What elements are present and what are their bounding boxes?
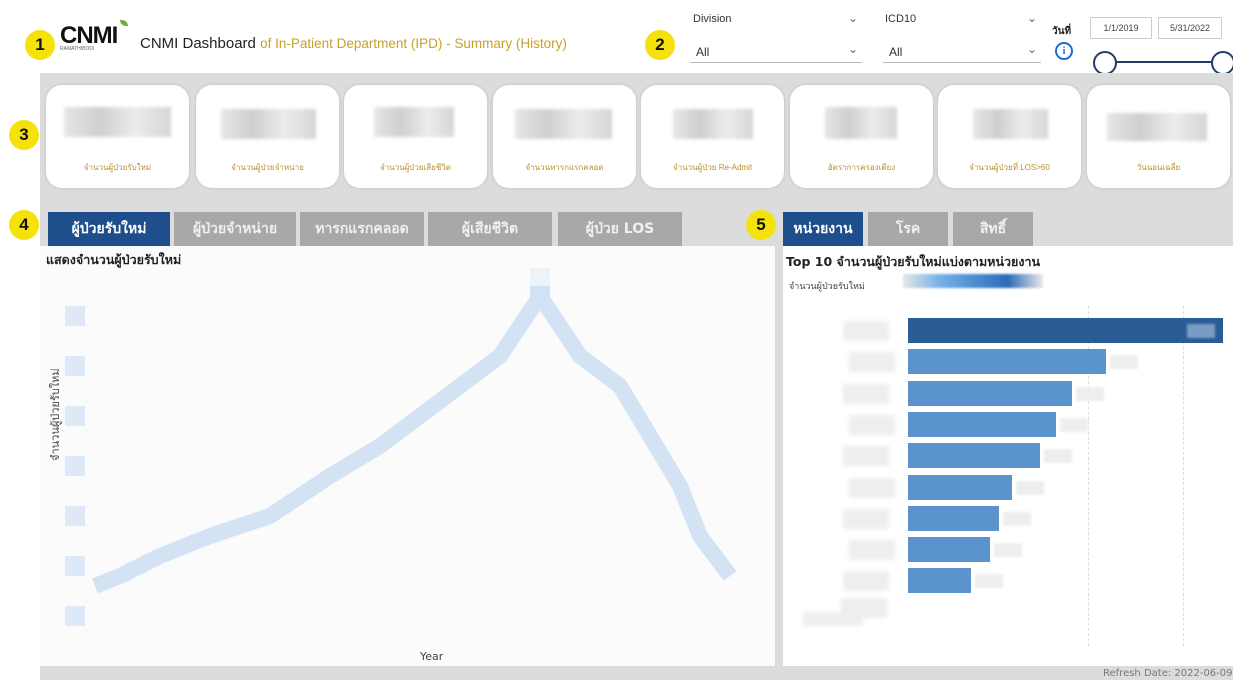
kpi-label: จำนวนผู้ป่วยจำหน่าย [231, 163, 304, 172]
title-main: CNMI Dashboard [140, 35, 256, 52]
bar-value-blurred [1060, 418, 1088, 432]
right-panel-title: Top 10 จำนวนผู้ป่วยรับใหม่แบ่งตามหน่วยงา… [786, 254, 1041, 269]
cnmi-logo: CNMI RAMATHIBODI [60, 20, 130, 66]
y-category-label-blurred [849, 540, 895, 560]
kpi-card-readmit[interactable]: จำนวนผู้ป่วย Re-Admit [641, 85, 784, 188]
kpi-label: วันนอนเฉลี่ย [1136, 163, 1181, 172]
tab-disease[interactable]: โรค [868, 212, 948, 246]
date-label: วันที่ [1052, 26, 1072, 37]
department-bar[interactable] [908, 349, 1106, 374]
department-bar[interactable] [908, 537, 990, 562]
tab-newborn[interactable]: ทารกแรกคลอด [300, 212, 424, 246]
new-admit-chart-panel: แสดงจำนวนผู้ป่วยรับใหม่ จำนวนผู้ป่วยรับใ… [40, 246, 775, 666]
legend-label: จำนวนผู้ป่วยรับใหม่ [789, 282, 865, 292]
department-bar[interactable] [908, 443, 1040, 468]
y-category-label-blurred [849, 415, 895, 435]
chevron-down-icon: ⌄ [1026, 42, 1037, 56]
kpi-card-avg-los[interactable]: วันนอนเฉลี่ย [1087, 85, 1230, 188]
bar-value-blurred [975, 574, 1003, 588]
top10-department-panel: Top 10 จำนวนผู้ป่วยรับใหม่แบ่งตามหน่วยงา… [783, 246, 1233, 666]
info-icon[interactable]: i [1055, 42, 1073, 60]
icd10-label: ICD10 [885, 13, 917, 25]
y-category-label-blurred [843, 509, 889, 529]
tab-deceased[interactable]: ผู้เสียชีวิต [428, 212, 552, 246]
date-end-input[interactable]: 5/31/2022 [1158, 17, 1222, 39]
division-value: All [696, 45, 710, 59]
new-admit-line-chart-blurred [65, 268, 737, 626]
bar-value-blurred [1044, 449, 1072, 463]
tab-new-admit[interactable]: ผู้ป่วยรับใหม่ [48, 212, 170, 246]
badge-1: 1 [25, 30, 55, 60]
kpi-value-blurred [374, 107, 454, 137]
kpi-card-los-over-60[interactable]: จำนวนผู้ป่วยที่ LOS>60 [938, 85, 1081, 188]
badge-2: 2 [645, 30, 675, 60]
bar-value-blurred [1187, 324, 1215, 338]
kpi-card-new-admit[interactable]: จำนวนผู้ป่วยรับใหม่ [46, 85, 189, 188]
y-category-label-blurred [849, 352, 895, 372]
department-bar[interactable] [908, 475, 1012, 500]
tab-department[interactable]: หน่วยงาน [783, 212, 863, 246]
y-category-label-blurred [803, 612, 863, 626]
kpi-label: จำนวนทารกแรกคลอด [525, 163, 604, 172]
bar-value-blurred [1076, 387, 1104, 401]
department-bar[interactable] [908, 506, 999, 531]
bar-value-blurred [994, 543, 1022, 557]
bar-value-blurred [1016, 481, 1044, 495]
chevron-down-icon: ⌄ [847, 42, 858, 56]
division-dropdown[interactable]: All ⌄ [690, 38, 862, 63]
division-collapse-chevron-icon[interactable]: ⌄ [848, 11, 858, 25]
kpi-card-bed-occupancy[interactable]: อัตราการครองเตียง [790, 85, 933, 188]
y-category-label-blurred [843, 384, 889, 404]
gridline [1183, 306, 1185, 646]
department-bar[interactable] [908, 318, 1223, 343]
bar-value-blurred [1003, 512, 1031, 526]
kpi-value-blurred [64, 107, 171, 137]
badge-3: 3 [9, 120, 39, 150]
kpi-value-blurred [973, 109, 1048, 139]
kpi-value-blurred [673, 109, 753, 139]
bar-value-blurred [1110, 355, 1138, 369]
icd10-collapse-chevron-icon[interactable]: ⌄ [1027, 11, 1037, 25]
badge-5: 5 [746, 210, 776, 240]
y-category-label-blurred [849, 478, 895, 498]
legend-swatch-blurred [903, 274, 1043, 288]
division-label: Division [693, 13, 732, 25]
icd10-value: All [889, 45, 903, 59]
y-category-label-blurred [843, 571, 889, 591]
department-bar[interactable] [908, 381, 1072, 406]
dashboard-title: CNMI Dashboard of In-Patient Department … [140, 35, 567, 52]
kpi-label: จำนวนผู้ป่วยรับใหม่ [83, 163, 152, 172]
icd10-dropdown[interactable]: All ⌄ [883, 38, 1041, 63]
kpi-label: จำนวนผู้ป่วยที่ LOS>60 [969, 163, 1050, 172]
kpi-card-newborn[interactable]: จำนวนทารกแรกคลอด [493, 85, 636, 188]
kpi-label: จำนวนผู้ป่วยเสียชีวิต [380, 163, 451, 172]
y-category-label-blurred [843, 446, 889, 466]
date-slider-handle-start[interactable] [1093, 51, 1117, 75]
kpi-value-blurred [825, 107, 897, 139]
tab-entitlement[interactable]: สิทธิ์ [953, 212, 1033, 246]
department-bar[interactable] [908, 412, 1056, 437]
date-slider-handle-end[interactable] [1211, 51, 1233, 75]
kpi-value-blurred [515, 109, 612, 139]
department-bar[interactable] [908, 568, 971, 593]
kpi-label: อัตราการครองเตียง [827, 163, 896, 172]
badge-4: 4 [9, 210, 39, 240]
date-range-slider-track[interactable] [1104, 61, 1220, 63]
kpi-label: จำนวนผู้ป่วย Re-Admit [672, 163, 753, 172]
tab-discharge[interactable]: ผู้ป่วยจำหน่าย [174, 212, 296, 246]
kpi-value-blurred [1107, 113, 1207, 141]
refresh-date: Refresh Date: 2022-06-09 [1103, 668, 1233, 679]
legend: จำนวนผู้ป่วยรับใหม่ [789, 274, 1043, 292]
y-category-label-blurred [843, 321, 889, 341]
kpi-value-blurred [221, 109, 316, 139]
trend-line-blurred [92, 288, 737, 594]
kpi-card-discharge[interactable]: จำนวนผู้ป่วยจำหน่าย [196, 85, 339, 188]
tab-los[interactable]: ผู้ป่วย LOS [558, 212, 682, 246]
kpi-card-deceased[interactable]: จำนวนผู้ป่วยเสียชีวิต [344, 85, 487, 188]
date-start-input[interactable]: 1/1/2019 [1090, 17, 1152, 39]
title-sub: of In-Patient Department (IPD) - Summary… [260, 36, 567, 51]
